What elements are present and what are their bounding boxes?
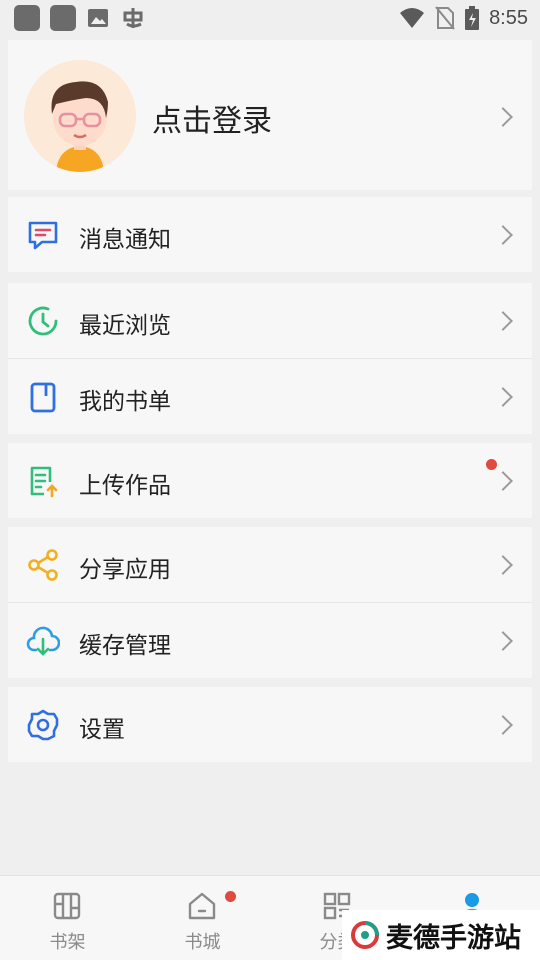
bug-icon	[123, 8, 143, 28]
menu-item-cache[interactable]: 缓存管理	[8, 603, 532, 678]
menu-item-booklist[interactable]: 我的书单	[8, 359, 532, 434]
notification-dot	[225, 891, 236, 902]
bookshelf-icon	[53, 892, 81, 920]
app-square-icon	[50, 5, 76, 31]
cloud-download-icon	[26, 626, 60, 656]
chevron-right-icon	[493, 471, 513, 491]
menu-item-label: 我的书单	[79, 389, 171, 415]
chevron-right-icon	[493, 715, 513, 735]
menu-item-label: 消息通知	[79, 227, 171, 253]
wifi-icon	[400, 8, 425, 28]
menu-item-label: 上传作品	[79, 473, 171, 499]
app-square-icon	[14, 5, 40, 31]
watermark-logo: 麦德手游站	[342, 910, 540, 960]
menu-item-settings[interactable]: 设置	[8, 687, 532, 762]
menu-group-reading: 最近浏览 我的书单	[8, 283, 532, 434]
menu-item-upload[interactable]: 上传作品	[8, 443, 532, 518]
profile-card[interactable]: 点击登录	[8, 40, 532, 190]
watermark-logo-icon	[351, 921, 379, 949]
chevron-right-icon	[493, 311, 513, 331]
no-sim-icon	[435, 6, 455, 30]
share-icon	[28, 549, 58, 581]
battery-charging-icon	[465, 6, 480, 30]
login-label[interactable]: 点击登录	[152, 96, 272, 140]
status-right-icons: 8:55	[399, 6, 528, 30]
book-icon	[30, 382, 56, 413]
status-time: 8:55	[489, 6, 528, 29]
menu-group-messages: 消息通知	[8, 197, 532, 272]
chevron-right-icon	[493, 387, 513, 407]
menu-item-label: 分享应用	[79, 557, 171, 583]
menu-item-label: 设置	[79, 717, 125, 743]
settings-gear-icon	[27, 709, 59, 741]
menu-item-share[interactable]: 分享应用	[8, 527, 532, 602]
cartoon-avatar-icon[interactable]	[24, 60, 136, 172]
message-icon	[28, 221, 58, 250]
chevron-right-icon	[493, 225, 513, 245]
watermark-text: 麦德手游站	[386, 922, 521, 954]
menu-group-settings: 设置	[8, 687, 532, 762]
status-left-icons	[14, 5, 146, 31]
status-bar: 8:55	[0, 0, 540, 36]
menu-item-label: 最近浏览	[79, 313, 171, 339]
menu-group-app: 分享应用 缓存管理	[8, 527, 532, 678]
menu-item-label: 缓存管理	[79, 633, 171, 659]
clock-icon	[28, 306, 58, 336]
image-icon	[88, 9, 108, 27]
home-icon	[188, 892, 216, 920]
menu-item-recent[interactable]: 最近浏览	[8, 283, 532, 358]
menu-item-messages[interactable]: 消息通知	[8, 197, 532, 272]
chevron-right-icon	[493, 107, 513, 127]
menu-group-upload: 上传作品	[8, 443, 532, 518]
upload-document-icon	[30, 466, 58, 498]
tab-label: 书城	[184, 932, 221, 953]
tab-bookshelf[interactable]: 书架	[0, 876, 135, 960]
tab-bookstore[interactable]: 书城	[135, 876, 270, 960]
tab-label: 书架	[49, 932, 86, 953]
notification-dot	[486, 459, 497, 470]
chevron-right-icon	[493, 555, 513, 575]
chevron-right-icon	[493, 631, 513, 651]
